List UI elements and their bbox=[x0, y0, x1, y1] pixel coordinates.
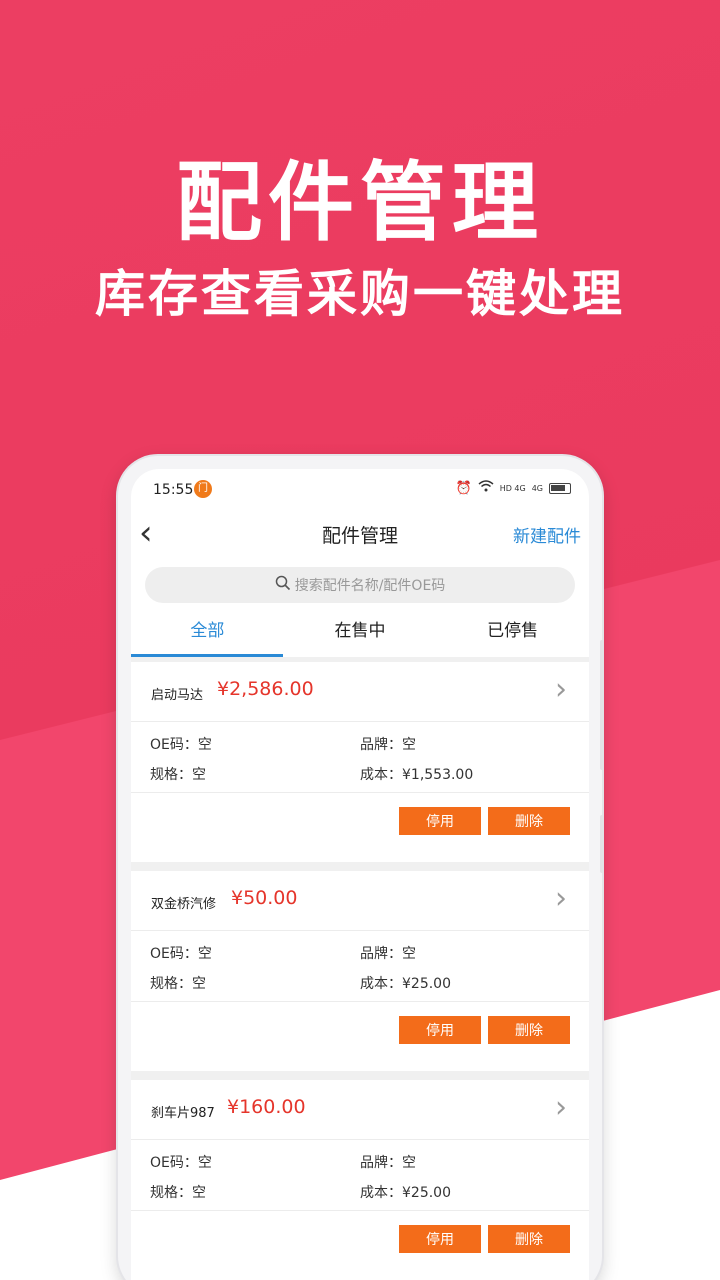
new-part-button[interactable]: 新建配件 bbox=[513, 522, 581, 547]
app-notification-icon: 门 bbox=[194, 480, 212, 498]
tab-all[interactable]: 全部 bbox=[131, 609, 284, 657]
part-name: 启动马达 bbox=[151, 688, 204, 703]
search-icon bbox=[275, 575, 291, 595]
alarm-icon: ⏰ bbox=[455, 480, 472, 496]
search-input[interactable]: 搜索配件名称/配件OE码 bbox=[145, 567, 575, 603]
search-area: 搜索配件名称/配件OE码 bbox=[131, 557, 589, 609]
promo-headline: 配件管理 bbox=[176, 153, 544, 253]
card-header: 双金桥汽修 ¥50.00 › bbox=[131, 871, 589, 931]
tab-discontinued[interactable]: 已停售 bbox=[436, 609, 589, 657]
card-header: 刹车片987 ¥160.00 › bbox=[131, 1080, 589, 1140]
promo-subline: 库存查看采购一键处理 bbox=[95, 265, 625, 323]
delete-button[interactable]: 删除 bbox=[488, 807, 570, 835]
divider bbox=[131, 1210, 589, 1211]
tab-bar: 全部 在售中 已停售 bbox=[131, 609, 589, 657]
cost-field: 成本：¥25.00 bbox=[360, 1185, 451, 1201]
wifi-icon bbox=[478, 480, 494, 496]
chevron-right-icon[interactable]: › bbox=[555, 881, 567, 916]
cost-field: 成本：¥25.00 bbox=[360, 976, 451, 992]
card-header: 启动马达 ¥2,586.00 › bbox=[131, 662, 589, 722]
status-bar: 15:55 门 ⏰ HD 4G 4G bbox=[131, 469, 589, 509]
status-time: 15:55 bbox=[153, 482, 194, 498]
delete-button[interactable]: 删除 bbox=[488, 1225, 570, 1253]
oe-field: OE码：空 bbox=[150, 737, 212, 753]
divider bbox=[131, 1001, 589, 1002]
list-item[interactable]: 启动马达 ¥2,586.00 › OE码：空 品牌：空 规格：空 成本：¥1,5… bbox=[131, 662, 589, 862]
part-price: ¥50.00 bbox=[231, 887, 298, 909]
oe-field: OE码：空 bbox=[150, 946, 212, 962]
status-icons: ⏰ HD 4G 4G bbox=[455, 480, 571, 496]
part-name: 双金桥汽修 bbox=[151, 897, 217, 912]
oe-field: OE码：空 bbox=[150, 1155, 212, 1171]
disable-button[interactable]: 停用 bbox=[399, 1016, 481, 1044]
cost-field: 成本：¥1,553.00 bbox=[360, 767, 474, 783]
battery-icon bbox=[549, 482, 571, 494]
list-item[interactable]: 双金桥汽修 ¥50.00 › OE码：空 品牌：空 规格：空 成本：¥25.00… bbox=[131, 871, 589, 1071]
disable-button[interactable]: 停用 bbox=[399, 1225, 481, 1253]
delete-button[interactable]: 删除 bbox=[488, 1016, 570, 1044]
signal-icon: HD 4G bbox=[499, 483, 526, 493]
brand-field: 品牌：空 bbox=[360, 946, 416, 962]
part-price: ¥2,586.00 bbox=[217, 678, 314, 700]
signal-icon-2: 4G bbox=[531, 483, 543, 493]
phone-side-button bbox=[600, 815, 604, 873]
spec-field: 规格：空 bbox=[150, 767, 206, 783]
chevron-right-icon[interactable]: › bbox=[555, 672, 567, 707]
disable-button[interactable]: 停用 bbox=[399, 807, 481, 835]
brand-field: 品牌：空 bbox=[360, 737, 416, 753]
part-name: 刹车片987 bbox=[151, 1106, 215, 1121]
phone-side-button bbox=[600, 640, 604, 770]
phone-screen: 15:55 门 ⏰ HD 4G 4G ‹ 配件管理 新建配件 搜索配件名称/配件… bbox=[131, 469, 589, 1280]
list-item[interactable]: 刹车片987 ¥160.00 › OE码：空 品牌：空 规格：空 成本：¥25.… bbox=[131, 1080, 589, 1280]
brand-field: 品牌：空 bbox=[360, 1155, 416, 1171]
divider bbox=[131, 792, 589, 793]
nav-bar: ‹ 配件管理 新建配件 bbox=[131, 509, 589, 557]
search-placeholder: 搜索配件名称/配件OE码 bbox=[294, 578, 446, 594]
tab-on-sale[interactable]: 在售中 bbox=[284, 609, 437, 657]
spec-field: 规格：空 bbox=[150, 976, 206, 992]
chevron-right-icon[interactable]: › bbox=[555, 1090, 567, 1125]
part-price: ¥160.00 bbox=[227, 1096, 306, 1118]
spec-field: 规格：空 bbox=[150, 1185, 206, 1201]
